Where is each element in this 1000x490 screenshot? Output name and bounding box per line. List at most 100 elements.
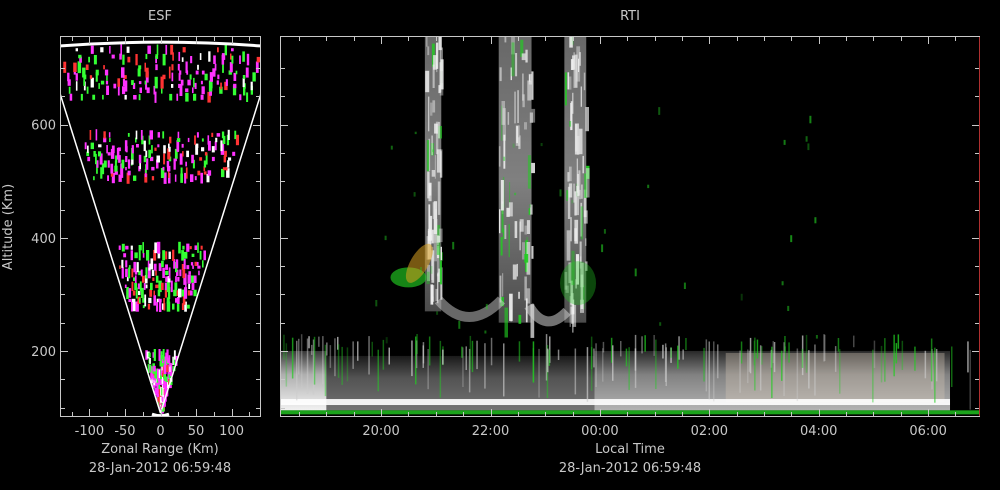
esf-echo-point — [149, 130, 153, 140]
rti-layer-streak — [377, 349, 379, 392]
esf-echo-point — [245, 67, 249, 78]
esf-echo-point — [109, 137, 111, 142]
esf-echo-point — [135, 130, 138, 140]
rti-layer-streak — [967, 341, 969, 373]
esf-echo-point — [246, 92, 249, 102]
rti-layer-streak — [924, 350, 927, 379]
esf-echo-point — [171, 72, 174, 82]
esf-echo-point — [121, 67, 125, 78]
esf-timestamp: 28-Jan-2012 06:59:48 — [89, 461, 231, 476]
esf-echo-point — [162, 267, 165, 278]
rti-plume-streak — [585, 238, 587, 246]
rti-plume-streak — [517, 90, 519, 123]
rti-layer-streak — [518, 341, 521, 362]
esf-echo-point — [89, 130, 92, 140]
esf-echo-point — [163, 153, 166, 165]
rti-layer-streak — [759, 345, 762, 391]
esf-echo-point — [189, 246, 192, 250]
rti-speck — [430, 266, 433, 274]
rti-plume-streak — [573, 52, 575, 88]
esf-echo-point — [174, 174, 177, 182]
esf-echo-point — [151, 145, 153, 154]
esf-echo-point — [132, 298, 136, 303]
rti-layer-streak — [388, 347, 390, 365]
esf-echo-point — [215, 137, 218, 143]
esf-echo-point — [220, 140, 223, 152]
esf-echo-point — [201, 70, 205, 75]
rti-plume-streak — [502, 273, 504, 297]
esf-echo-point — [170, 363, 173, 374]
esf-echo-point — [149, 357, 151, 364]
esf-echo-point — [127, 133, 130, 137]
esf-echo-point — [146, 250, 150, 261]
rti-speck — [603, 229, 606, 234]
rti-plume-streak — [567, 72, 570, 90]
rti-xlabel: Local Time — [595, 442, 665, 457]
rti-layer-streak — [625, 348, 628, 367]
esf-echo-point — [134, 252, 138, 259]
esf-echo-point — [82, 67, 86, 78]
rti-layer-streak — [713, 341, 715, 402]
rti-layer-streak — [665, 347, 667, 386]
esf-echo-point — [128, 267, 131, 279]
rti-layer-green-base — [281, 410, 979, 415]
esf-echo-point — [177, 277, 180, 282]
rti-speck — [384, 235, 387, 241]
esf-echo-point — [128, 298, 132, 302]
esf-echo-point — [155, 275, 159, 283]
rti-plume-streak — [585, 168, 590, 198]
esf-echo-point — [142, 252, 145, 258]
esf-echo-layer — [118, 241, 206, 312]
esf-echo-point — [184, 172, 187, 184]
esf-echo-point — [221, 131, 225, 139]
rti-plume-streak — [569, 37, 573, 48]
rti-plume-streak — [524, 276, 527, 301]
esf-echo-point — [110, 163, 114, 174]
rti-layer-streak — [641, 336, 643, 354]
rti-layer-streak — [655, 339, 657, 389]
esf-echo-point — [239, 94, 242, 101]
esf-echo-point — [217, 47, 219, 53]
esf-echo-point — [199, 53, 202, 60]
rti-plume-streak — [580, 86, 582, 107]
esf-echo-point — [185, 167, 188, 179]
esf-echo-point — [165, 270, 169, 276]
esf-echo-point — [207, 170, 212, 176]
rti-layer-streak — [808, 350, 810, 389]
esf-echo-point — [75, 73, 78, 81]
rti-plume-streak — [527, 155, 531, 189]
rti-plume-streak — [574, 54, 578, 88]
esf-echo-point — [143, 282, 146, 290]
rti-plume-streak — [572, 92, 574, 114]
esf-echo-point — [156, 44, 159, 56]
esf-echo-point — [178, 83, 182, 88]
esf-echo-point — [169, 93, 173, 101]
rti-plume-streak — [581, 184, 583, 199]
esf-echo-point — [93, 176, 95, 181]
esf-echo-point — [125, 167, 127, 171]
esf-echo-point — [191, 253, 195, 257]
rti-layer-streak — [337, 344, 340, 378]
rti-layer-streak — [873, 340, 876, 368]
rti-xtick-label: 02:00 — [691, 424, 728, 439]
esf-echo-point — [103, 65, 105, 70]
esf-echo-point — [177, 63, 180, 71]
esf-echo-point — [67, 72, 70, 82]
esf-echo-point — [161, 260, 164, 268]
rti-layer-streak — [442, 349, 444, 365]
esf-echo-point — [165, 264, 168, 270]
esf-echo-point — [107, 160, 110, 168]
esf-echo-point — [156, 155, 160, 163]
esf-echo-point — [158, 298, 162, 303]
rti-plume-streak — [431, 229, 434, 244]
rti-layer-streak — [503, 343, 505, 397]
esf-echo-point — [138, 81, 142, 85]
esf-echo-point — [217, 74, 220, 80]
rti-plume-streak — [440, 246, 442, 261]
esf-echo-point — [172, 249, 175, 261]
rti-layer-streak — [837, 338, 840, 352]
esf-echo-point — [197, 64, 199, 70]
esf-echo-point — [153, 263, 157, 271]
rti-layer-streak — [311, 344, 313, 355]
rti-plume-streak — [508, 224, 510, 258]
